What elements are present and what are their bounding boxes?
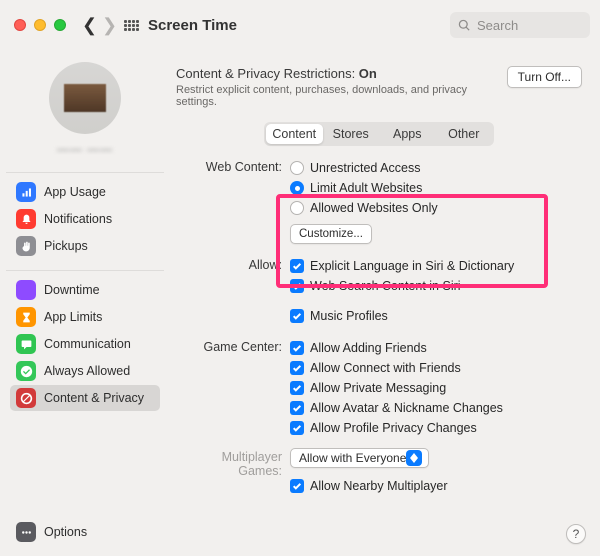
sidebar-item-communication[interactable]: Communication xyxy=(10,331,160,357)
sidebar-item-app-usage[interactable]: App Usage xyxy=(10,179,160,205)
sidebar-item-app-limits[interactable]: App Limits xyxy=(10,304,160,330)
game-center-label: Game Center: xyxy=(178,338,290,354)
sidebar-item-label: Communication xyxy=(44,337,131,351)
search-placeholder: Search xyxy=(477,18,518,33)
check-web-search-siri[interactable]: Web Search Content in Siri xyxy=(290,276,582,296)
content-pane: Content & Privacy Restrictions: On Restr… xyxy=(170,50,600,556)
back-button[interactable]: ❮ xyxy=(78,13,98,38)
page-subtitle: Restrict explicit content, purchases, do… xyxy=(176,84,496,108)
check-avatar-nickname[interactable]: Allow Avatar & Nickname Changes xyxy=(290,398,582,418)
multiplayer-popup[interactable]: Allow with Everyone xyxy=(290,448,429,468)
radio-allowed-only[interactable]: Allowed Websites Only xyxy=(290,198,582,218)
bars-icon xyxy=(16,182,36,202)
check-music-profiles[interactable]: Music Profiles xyxy=(290,306,582,326)
page-title: Content & Privacy Restrictions: On xyxy=(176,66,496,81)
web-content-label: Web Content: xyxy=(178,158,290,174)
allow-label: Allow: xyxy=(178,256,290,272)
sidebar-item-notifications[interactable]: Notifications xyxy=(10,206,160,232)
check-adding-friends[interactable]: Allow Adding Friends xyxy=(290,338,582,358)
close-window[interactable] xyxy=(14,19,26,31)
search-icon xyxy=(458,19,471,32)
sidebar-item-downtime[interactable]: Downtime xyxy=(10,277,160,303)
sidebar-item-content-privacy[interactable]: Content & Privacy xyxy=(10,385,160,411)
hourglass-icon xyxy=(16,307,36,327)
sidebar-item-label: Always Allowed xyxy=(44,364,130,378)
dots-icon xyxy=(16,522,36,542)
customize-button[interactable]: Customize... xyxy=(290,224,372,244)
avatar xyxy=(49,62,121,134)
tabs: Content Stores Apps Other xyxy=(264,122,494,146)
bell-icon xyxy=(16,209,36,229)
sidebar-item-pickups[interactable]: Pickups xyxy=(10,233,160,259)
sidebar-item-label: Notifications xyxy=(44,212,112,226)
turn-off-button[interactable]: Turn Off... xyxy=(507,66,582,88)
window-title: Screen Time xyxy=(148,17,237,34)
radio-unrestricted[interactable]: Unrestricted Access xyxy=(290,158,582,178)
chat-icon xyxy=(16,334,36,354)
multiplayer-label: Multiplayer Games: xyxy=(178,448,290,478)
sidebar-item-label: Downtime xyxy=(44,283,100,297)
hand-icon xyxy=(16,236,36,256)
sidebar-item-always-allowed[interactable]: Always Allowed xyxy=(10,358,160,384)
user-name: —— —— xyxy=(10,142,160,156)
zoom-window[interactable] xyxy=(54,19,66,31)
sidebar: —— —— App Usage Notifications Pickups Down… xyxy=(0,50,170,556)
tab-stores[interactable]: Stores xyxy=(323,124,380,144)
check-private-messaging[interactable]: Allow Private Messaging xyxy=(290,378,582,398)
tab-apps[interactable]: Apps xyxy=(379,124,436,144)
chevron-updown-icon xyxy=(406,450,422,466)
tab-other[interactable]: Other xyxy=(436,124,493,144)
check-icon xyxy=(16,361,36,381)
sidebar-item-label: App Usage xyxy=(44,185,106,199)
sidebar-item-label: App Limits xyxy=(44,310,102,324)
minimize-window[interactable] xyxy=(34,19,46,31)
sidebar-item-options[interactable]: Options xyxy=(10,519,160,545)
forward-button: ❯ xyxy=(98,13,118,38)
help-button[interactable]: ? xyxy=(566,524,586,544)
radio-limit-adult[interactable]: Limit Adult Websites xyxy=(290,178,582,198)
check-explicit-language[interactable]: Explicit Language in Siri & Dictionary xyxy=(290,256,582,276)
check-connect-friends[interactable]: Allow Connect with Friends xyxy=(290,358,582,378)
sidebar-item-label: Options xyxy=(44,525,87,539)
search-field[interactable]: Search xyxy=(450,12,590,38)
sidebar-item-label: Content & Privacy xyxy=(44,391,144,405)
tab-content[interactable]: Content xyxy=(266,124,323,144)
show-all-icon[interactable] xyxy=(122,16,140,34)
check-nearby-multiplayer[interactable]: Allow Nearby Multiplayer xyxy=(290,476,582,496)
no-icon xyxy=(16,388,36,408)
check-profile-privacy[interactable]: Allow Profile Privacy Changes xyxy=(290,418,582,438)
sidebar-item-label: Pickups xyxy=(44,239,88,253)
moon-icon xyxy=(16,280,36,300)
